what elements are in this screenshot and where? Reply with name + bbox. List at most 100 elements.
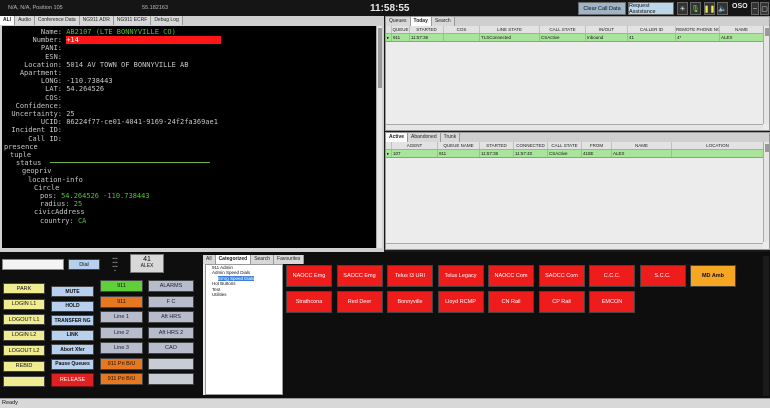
- call-button-abort-xfer[interactable]: Abort Xfer: [51, 344, 94, 355]
- speed-dial-red-deer[interactable]: Red Deer: [336, 291, 383, 313]
- tab-active-1[interactable]: Abandoned: [408, 133, 441, 142]
- aux-button-cao[interactable]: CAO: [148, 342, 194, 354]
- keypad-icon[interactable]: ▪▪▪ ▪▪▪ ▪▪▪ ▪: [104, 254, 126, 274]
- agent-button-park[interactable]: PARK: [3, 283, 45, 294]
- speed-dial-saocc-com[interactable]: SAOCC Com: [538, 265, 585, 287]
- agent-button-blank[interactable]: [3, 376, 45, 387]
- clear-call-data-button[interactable]: Clear Call Data: [578, 2, 626, 15]
- tab-left-5[interactable]: Debug Log: [151, 16, 183, 25]
- line-button-911[interactable]: 911: [100, 280, 143, 292]
- speed-dial-s-c-c-[interactable]: S.C.C.: [639, 265, 686, 287]
- line-button-line-3[interactable]: Line 3: [100, 342, 143, 354]
- tab-left-1[interactable]: Audio: [15, 16, 35, 25]
- column-header[interactable]: COS: [444, 26, 480, 33]
- column-header[interactable]: NAME: [612, 142, 672, 149]
- call-button-release[interactable]: RELEASE: [51, 373, 94, 387]
- column-header[interactable]: FROM: [582, 142, 612, 149]
- column-header[interactable]: STARTED: [410, 26, 444, 33]
- speed-dial-saocc-emg[interactable]: SAOCC Emg: [336, 265, 383, 287]
- column-header[interactable]: CONNECTED: [514, 142, 548, 149]
- line-button-line-1[interactable]: Line 1: [100, 311, 143, 323]
- column-header[interactable]: QUEUE: [392, 26, 410, 33]
- ali-value[interactable]: 5014 AV TOWN OF BONNYVILLE AB: [66, 61, 188, 69]
- speed-dial-cp-rail[interactable]: CP Rail: [538, 291, 585, 313]
- dial-input[interactable]: [2, 259, 64, 270]
- queue-hscrollbar[interactable]: [386, 124, 763, 130]
- ali-value[interactable]: AB2107 (LTE BONNYVILLE CO): [66, 28, 176, 36]
- queue-scrollbar[interactable]: [763, 26, 769, 124]
- tab-active-0[interactable]: Active: [386, 133, 409, 142]
- line-button-911-pri-b-u[interactable]: 911 Pri B/U: [100, 373, 143, 385]
- call-button-transfer-ng[interactable]: TRANSFER NG: [51, 315, 94, 326]
- ali-value[interactable]: +14: [66, 36, 222, 45]
- maximize-icon[interactable]: ▢: [760, 2, 769, 15]
- speed-dial-c-c-c-[interactable]: C.C.C.: [589, 265, 635, 287]
- column-header[interactable]: NAME: [720, 26, 764, 33]
- column-header[interactable]: CALL STATE: [548, 142, 582, 149]
- ali-scrollbar[interactable]: [376, 26, 382, 248]
- column-header[interactable]: LINE STATE: [480, 26, 540, 33]
- call-button-pause-queues[interactable]: Pause Queues: [51, 358, 94, 370]
- table-row[interactable]: ▸ 911 11:57:36 TLSConnected CSActive Inbound 4…: [386, 34, 769, 42]
- request-assistance-button[interactable]: Request Assistance: [628, 2, 674, 15]
- column-header[interactable]: CALL STATE: [540, 26, 586, 33]
- column-header[interactable]: STARTED: [480, 142, 514, 149]
- agent-button-login-l2[interactable]: LOGIN L2: [3, 329, 45, 341]
- ali-value[interactable]: 54.264526: [66, 85, 104, 93]
- tab-speed-3[interactable]: Favourites: [274, 255, 305, 264]
- aux-button-aft-hrs[interactable]: Aft HRS: [148, 311, 194, 323]
- tab-queue-2[interactable]: Search: [431, 17, 455, 26]
- aux-button-blank-6[interactable]: [148, 373, 194, 385]
- speed-dial-bonnyville[interactable]: Bonnyville: [387, 291, 433, 313]
- aux-button-blank-5[interactable]: [148, 357, 194, 370]
- tab-left-3[interactable]: NG911 ADR: [79, 16, 114, 25]
- tab-left-4[interactable]: NG911 ECRF: [113, 16, 152, 25]
- column-header[interactable]: REMOTE PHONE NO: [676, 26, 720, 33]
- pause-icon[interactable]: ❚❚: [704, 2, 715, 15]
- active-scrollbar[interactable]: [763, 142, 769, 242]
- ali-value[interactable]: -110.738443: [66, 77, 112, 85]
- call-button-mute[interactable]: MUTE: [51, 286, 94, 297]
- tab-speed-2[interactable]: Search: [251, 255, 275, 264]
- aux-button-aft-hrs-2[interactable]: Aft HRS 2: [148, 326, 194, 339]
- tab-queue-0[interactable]: Queues: [386, 17, 411, 26]
- speed-dial-md-amb[interactable]: MD Amb: [690, 265, 736, 287]
- table-row[interactable]: ▸ 107 911 11:57:36 11:57:40 CSActive 418E ALEX: [386, 150, 769, 158]
- column-header[interactable]: CALLER ID: [628, 26, 676, 33]
- tab-active-2[interactable]: Trunk: [440, 133, 461, 142]
- column-header[interactable]: AGENT: [392, 142, 438, 149]
- brightness-icon[interactable]: ☀: [677, 2, 688, 15]
- agent-button-login-l1[interactable]: LOGIN L1: [3, 298, 45, 310]
- tab-left-2[interactable]: Conference Data: [34, 16, 80, 25]
- column-header[interactable]: QUEUE NAME: [438, 142, 480, 149]
- call-button-link[interactable]: LINK: [51, 329, 94, 341]
- speed-dial-emcon[interactable]: EMCON: [589, 291, 635, 313]
- agent-button-logout-l2[interactable]: LOGOUT L2: [3, 345, 45, 356]
- line-button-line-2[interactable]: Line 2: [100, 326, 143, 339]
- microphone-icon[interactable]: 🎙: [690, 2, 701, 15]
- speed-dial-scrollbar[interactable]: [763, 256, 769, 396]
- speed-dial-strathcona[interactable]: Strathcona: [286, 291, 332, 313]
- category-item[interactable]: Utilities: [206, 292, 282, 297]
- speed-dial-telus-i3-uri[interactable]: Telus I3 URI: [387, 265, 433, 287]
- agent-button-logout-l1[interactable]: LOGOUT L1: [3, 314, 45, 325]
- speaker-icon[interactable]: 🔈: [717, 2, 728, 15]
- ali-value[interactable]: 25: [66, 110, 74, 118]
- tab-queue-1[interactable]: Today: [410, 17, 432, 26]
- ali-value[interactable]: 86224f77-ce01-4041-9169-24f2fa369ae1: [66, 118, 218, 126]
- speed-dial-telus-legacy[interactable]: Telus Legacy: [437, 265, 484, 287]
- speed-dial-cn-rail[interactable]: CN Rail: [488, 291, 534, 313]
- line-button-911-pri-b-u[interactable]: 911 Pri B/U: [100, 357, 143, 370]
- tab-speed-1[interactable]: Categorized: [215, 255, 252, 264]
- active-hscrollbar[interactable]: [386, 243, 763, 249]
- minimize-icon[interactable]: –: [751, 2, 759, 15]
- tab-left-0[interactable]: ALI: [0, 16, 16, 25]
- column-header[interactable]: LOCATION: [672, 142, 764, 149]
- speed-dial-naocc-emg[interactable]: NAOCC Emg: [286, 265, 332, 287]
- ali-text-area[interactable]: Name: AB2107 (LTE BONNYVILLE CO) Number: …: [2, 26, 376, 248]
- column-header[interactable]: IN/OUT: [586, 26, 628, 33]
- agent-button-rebid[interactable]: REBID: [3, 360, 45, 372]
- dial-button[interactable]: Dial: [68, 259, 100, 270]
- speed-dial-lloyd-rcmp[interactable]: Lloyd RCMP: [437, 291, 484, 313]
- speed-dial-naocc-com[interactable]: NAOCC Com: [488, 265, 534, 287]
